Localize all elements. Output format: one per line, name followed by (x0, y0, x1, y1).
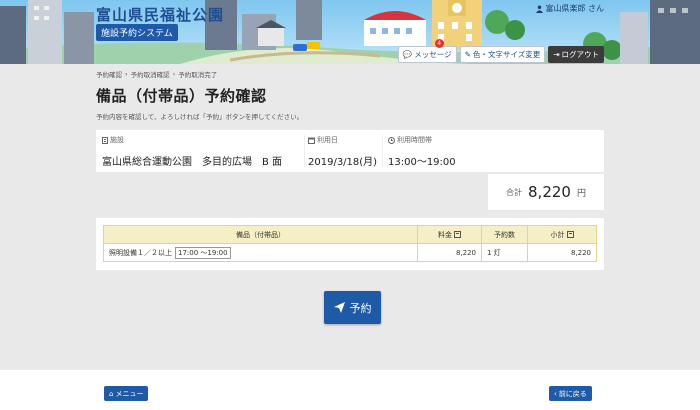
building-icon (102, 136, 108, 144)
total-amount: 8,220 (528, 183, 571, 201)
home-icon: ⌂ (109, 389, 114, 398)
system-subtitle: 施設予約システム (96, 24, 178, 41)
time-label: 利用時間帯 (397, 136, 432, 144)
time-value: 13:00〜19:00 (388, 157, 456, 168)
breadcrumb-item: 予約取消完了 (178, 71, 218, 79)
text-size-label: 色・文字サイズ変更 (472, 50, 541, 59)
table-row: 照明設備１／２以上 17:00 〜19:00 8,220 1 灯 8,220 (103, 243, 597, 262)
menu-label: メニュー (115, 389, 144, 398)
header-buttons: 💬 メッセージ 4 ✎ 色・文字サイズ変更 ⇥ ログアウト (397, 39, 604, 63)
logout-label: ログアウト (561, 50, 600, 59)
total-unit: 円 (576, 188, 586, 199)
message-label: メッセージ (414, 50, 452, 59)
logout-icon: ⇥ (553, 50, 560, 59)
logout-button[interactable]: ⇥ ログアウト (548, 46, 604, 63)
back-label: 前に戻る (558, 389, 587, 398)
sort-icon (454, 231, 461, 238)
chevron-left-icon: ‹ (554, 389, 557, 398)
cell-fee: 8,220 (417, 243, 482, 262)
table-header-row: 備品（付帯品） 料金 予約数 小計 (103, 225, 597, 244)
date-info: 利用日 2019/3/18(月) (308, 135, 377, 168)
text-size-button[interactable]: ✎ 色・文字サイズ変更 (459, 46, 546, 63)
header-subtotal[interactable]: 小計 (527, 225, 597, 244)
equipment-table: 備品（付帯品） 料金 予約数 小計 照明設備１／２以上 17:00 〜19:00 … (103, 225, 597, 262)
page-title: 備品（付帯品）予約確認 (96, 87, 267, 105)
time-info: 利用時間帯 13:00〜19:00 (388, 135, 456, 168)
chevron-right-icon: › (172, 70, 176, 78)
page-description: 予約内容を確認して、よろしければ「予約」ボタンを押してください。 (96, 113, 304, 121)
breadcrumb: 予約確認 › 予約取消確認 › 予約取消完了 (96, 69, 604, 79)
facility-info: 施設 富山県総合運動公園 多目的広場 B 面 (102, 135, 282, 168)
menu-button[interactable]: ⌂ メニュー (104, 386, 149, 401)
user-icon (536, 5, 544, 13)
breadcrumb-item[interactable]: 予約確認 (96, 69, 122, 79)
user-info: 富山県楽郎 さん (536, 3, 604, 14)
equipment-table-box: 備品（付帯品） 料金 予約数 小計 照明設備１／２以上 17:00 〜19:00 … (96, 218, 604, 270)
back-button[interactable]: ‹ 前に戻る (549, 386, 592, 401)
sort-icon (566, 231, 574, 238)
reserve-button[interactable]: 予約 (324, 291, 381, 324)
reserve-label: 予約 (349, 302, 372, 315)
message-icon: 💬 (402, 50, 413, 59)
message-button[interactable]: 💬 メッセージ 4 (397, 39, 457, 63)
main-content: 予約確認 › 予約取消確認 › 予約取消完了 備品（付帯品）予約確認 予約内容を… (96, 64, 604, 324)
header-item: 備品（付帯品） (103, 225, 418, 244)
time-slot-tag: 17:00 〜19:00 (175, 246, 231, 259)
send-icon (333, 302, 345, 313)
message-count-badge: 4 (434, 39, 444, 48)
clock-icon (388, 136, 395, 144)
header: 富山県民福祉公園 施設予約システム 富山県楽郎 さん 💬 メッセージ 4 ✎ 色… (0, 0, 700, 64)
header-fee[interactable]: 料金 (417, 225, 482, 244)
site-title[interactable]: 富山県民福祉公園 (96, 4, 224, 25)
cell-subtotal: 8,220 (527, 243, 597, 262)
cell-count: 1 灯 (481, 243, 528, 262)
cell-item: 照明設備１／２以上 17:00 〜19:00 (103, 243, 418, 262)
facility-value: 富山県総合運動公園 多目的広場 B 面 (102, 157, 283, 168)
chevron-right-icon: › (125, 70, 128, 78)
facility-label: 施設 (110, 136, 124, 144)
total-label: 合計 (506, 187, 523, 197)
total-amount-box: 合計 8,220 円 (488, 174, 604, 210)
footer: ⌂ メニュー ‹ 前に戻る (0, 370, 700, 410)
header-count: 予約数 (481, 225, 528, 244)
reservation-info: 施設 富山県総合運動公園 多目的広場 B 面 利用日 2019/3/18(月) … (96, 130, 604, 172)
date-label: 利用日 (317, 136, 338, 144)
breadcrumb-item[interactable]: 予約取消確認 (131, 69, 170, 79)
date-value: 2019/3/18(月) (308, 157, 378, 168)
pencil-icon: ✎ (464, 50, 471, 59)
user-name: 富山県楽郎 さん (545, 4, 604, 13)
calendar-icon (308, 137, 315, 144)
